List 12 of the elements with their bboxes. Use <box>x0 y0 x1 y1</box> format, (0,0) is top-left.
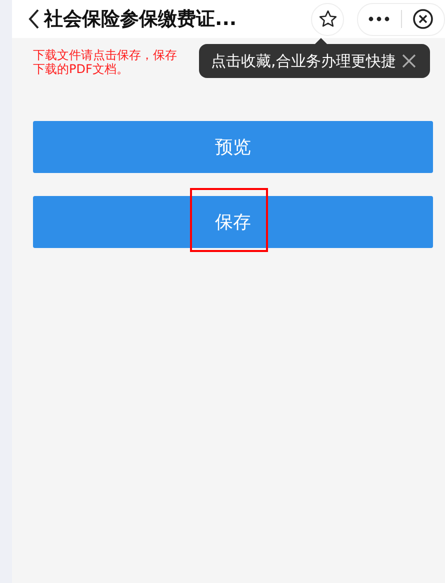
notice-text: 下载文件请点击保存，保存 <box>33 48 177 62</box>
close-icon <box>412 8 434 30</box>
favorite-button[interactable] <box>311 2 344 36</box>
notice-text: 下载的PDF文档。 <box>33 62 128 76</box>
back-icon[interactable] <box>28 8 40 30</box>
star-icon <box>318 9 338 29</box>
close-icon <box>402 54 416 68</box>
more-icon <box>368 16 390 22</box>
tooltip-text: 点击收藏,合业务办理更快捷 <box>211 52 396 70</box>
action-button[interactable]: 保存 <box>33 196 433 248</box>
action-button[interactable]: 预览 <box>33 121 433 173</box>
page-title: 社会保险参保缴费证... <box>44 7 238 32</box>
